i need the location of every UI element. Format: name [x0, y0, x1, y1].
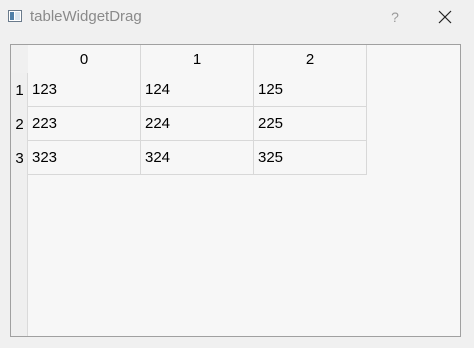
table-cell[interactable]: 124	[141, 73, 254, 107]
row-header-1[interactable]: 1	[11, 73, 28, 107]
table-corner-button[interactable]	[11, 45, 28, 73]
close-icon	[438, 10, 452, 24]
title-bar[interactable]: tableWidgetDrag ?	[0, 0, 474, 36]
column-header-1[interactable]: 1	[141, 45, 254, 73]
table-cell[interactable]: 325	[254, 141, 367, 175]
table-empty-area	[28, 175, 460, 336]
window-title: tableWidgetDrag	[30, 8, 142, 25]
table-widget[interactable]: 0 1 2 1 2 3 123 124 125 223 224 225 323 …	[10, 44, 461, 337]
table-cell[interactable]: 125	[254, 73, 367, 107]
help-button[interactable]: ?	[378, 0, 412, 34]
table-cell[interactable]: 224	[141, 107, 254, 141]
help-icon: ?	[391, 9, 399, 25]
column-header-2[interactable]: 2	[254, 45, 367, 73]
row-header-2[interactable]: 2	[11, 107, 28, 141]
table-cell[interactable]: 223	[28, 107, 141, 141]
table-cell[interactable]: 324	[141, 141, 254, 175]
table-cell[interactable]: 123	[28, 73, 141, 107]
table-cell[interactable]: 323	[28, 141, 141, 175]
row-header-3[interactable]: 3	[11, 141, 28, 175]
close-button[interactable]	[428, 0, 462, 34]
main-window: tableWidgetDrag ? 0 1 2 1 2 3 123 124 12…	[0, 0, 474, 348]
app-window-icon	[8, 10, 22, 22]
table-cell[interactable]: 225	[254, 107, 367, 141]
column-header-0[interactable]: 0	[28, 45, 141, 73]
